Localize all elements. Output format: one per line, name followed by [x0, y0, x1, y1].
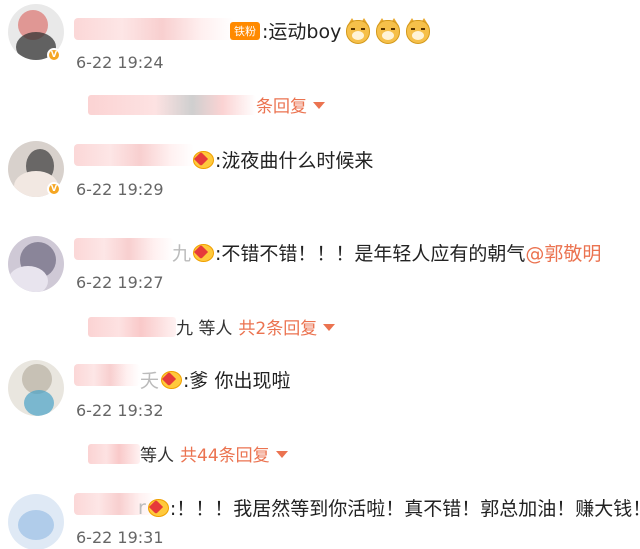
username-tail: r — [138, 496, 146, 519]
reply-count: 共2条回复 — [238, 319, 318, 339]
verified-icon: V — [47, 182, 61, 196]
comment-time: 6-22 19:31 — [76, 528, 164, 547]
doge-emoji-icon — [405, 17, 431, 44]
comment-time: 6-22 19:32 — [76, 401, 164, 420]
view-replies-button[interactable]: 等人 共44条回复 — [88, 441, 288, 466]
doge-emoji-icon — [345, 17, 371, 44]
replier-names-blurred — [88, 316, 176, 337]
comment-time: 6-22 19:29 — [76, 180, 164, 199]
chevron-down-icon — [275, 451, 288, 458]
comment-text: :运动boy — [262, 21, 342, 43]
doge-emoji-icon — [375, 17, 401, 44]
username-blurred[interactable] — [74, 144, 194, 166]
chevron-down-icon — [313, 102, 325, 109]
reply-prefix: 等人 — [140, 446, 174, 466]
view-replies-button[interactable]: 九 等人 共2条回复 — [88, 314, 336, 339]
heart-emoji-icon — [161, 369, 183, 390]
heart-emoji-icon — [193, 149, 214, 170]
mention-link[interactable]: @郭敬明 — [525, 239, 601, 266]
reply-prefix: 九 等人 — [176, 319, 233, 339]
fan-badge: 铁粉 — [230, 21, 260, 40]
comment-text: :！！！我居然等到你活啦！真不错！郭总加油！赚大钱！ — [169, 498, 640, 520]
view-replies-button[interactable]: 条回复 — [88, 92, 325, 117]
username-blurred[interactable] — [74, 238, 174, 260]
username-tail: 九 — [172, 243, 192, 265]
username-blurred[interactable] — [74, 18, 234, 40]
username-tail: 夭 — [140, 370, 160, 392]
heart-emoji-icon — [147, 497, 169, 518]
username-blurred[interactable] — [74, 364, 140, 386]
avatar[interactable] — [8, 360, 64, 416]
chevron-down-icon — [323, 324, 336, 331]
replier-names-blurred — [88, 94, 256, 115]
avatar[interactable] — [8, 494, 64, 549]
comment-text: :不错不错！！！是年轻人应有的朝气 — [215, 243, 526, 265]
comment-text: :泷夜曲什么时候来 — [215, 150, 374, 172]
reply-count: 条回复 — [256, 97, 307, 117]
heart-emoji-icon — [193, 242, 215, 263]
replier-names-blurred — [88, 443, 140, 464]
comment-time: 6-22 19:27 — [76, 273, 164, 292]
comment-time: 6-22 19:24 — [76, 53, 164, 72]
avatar[interactable] — [8, 236, 64, 292]
reply-count: 共44条回复 — [180, 446, 270, 466]
verified-icon: V — [47, 48, 61, 62]
comment-text: :爹 你出现啦 — [183, 370, 291, 392]
